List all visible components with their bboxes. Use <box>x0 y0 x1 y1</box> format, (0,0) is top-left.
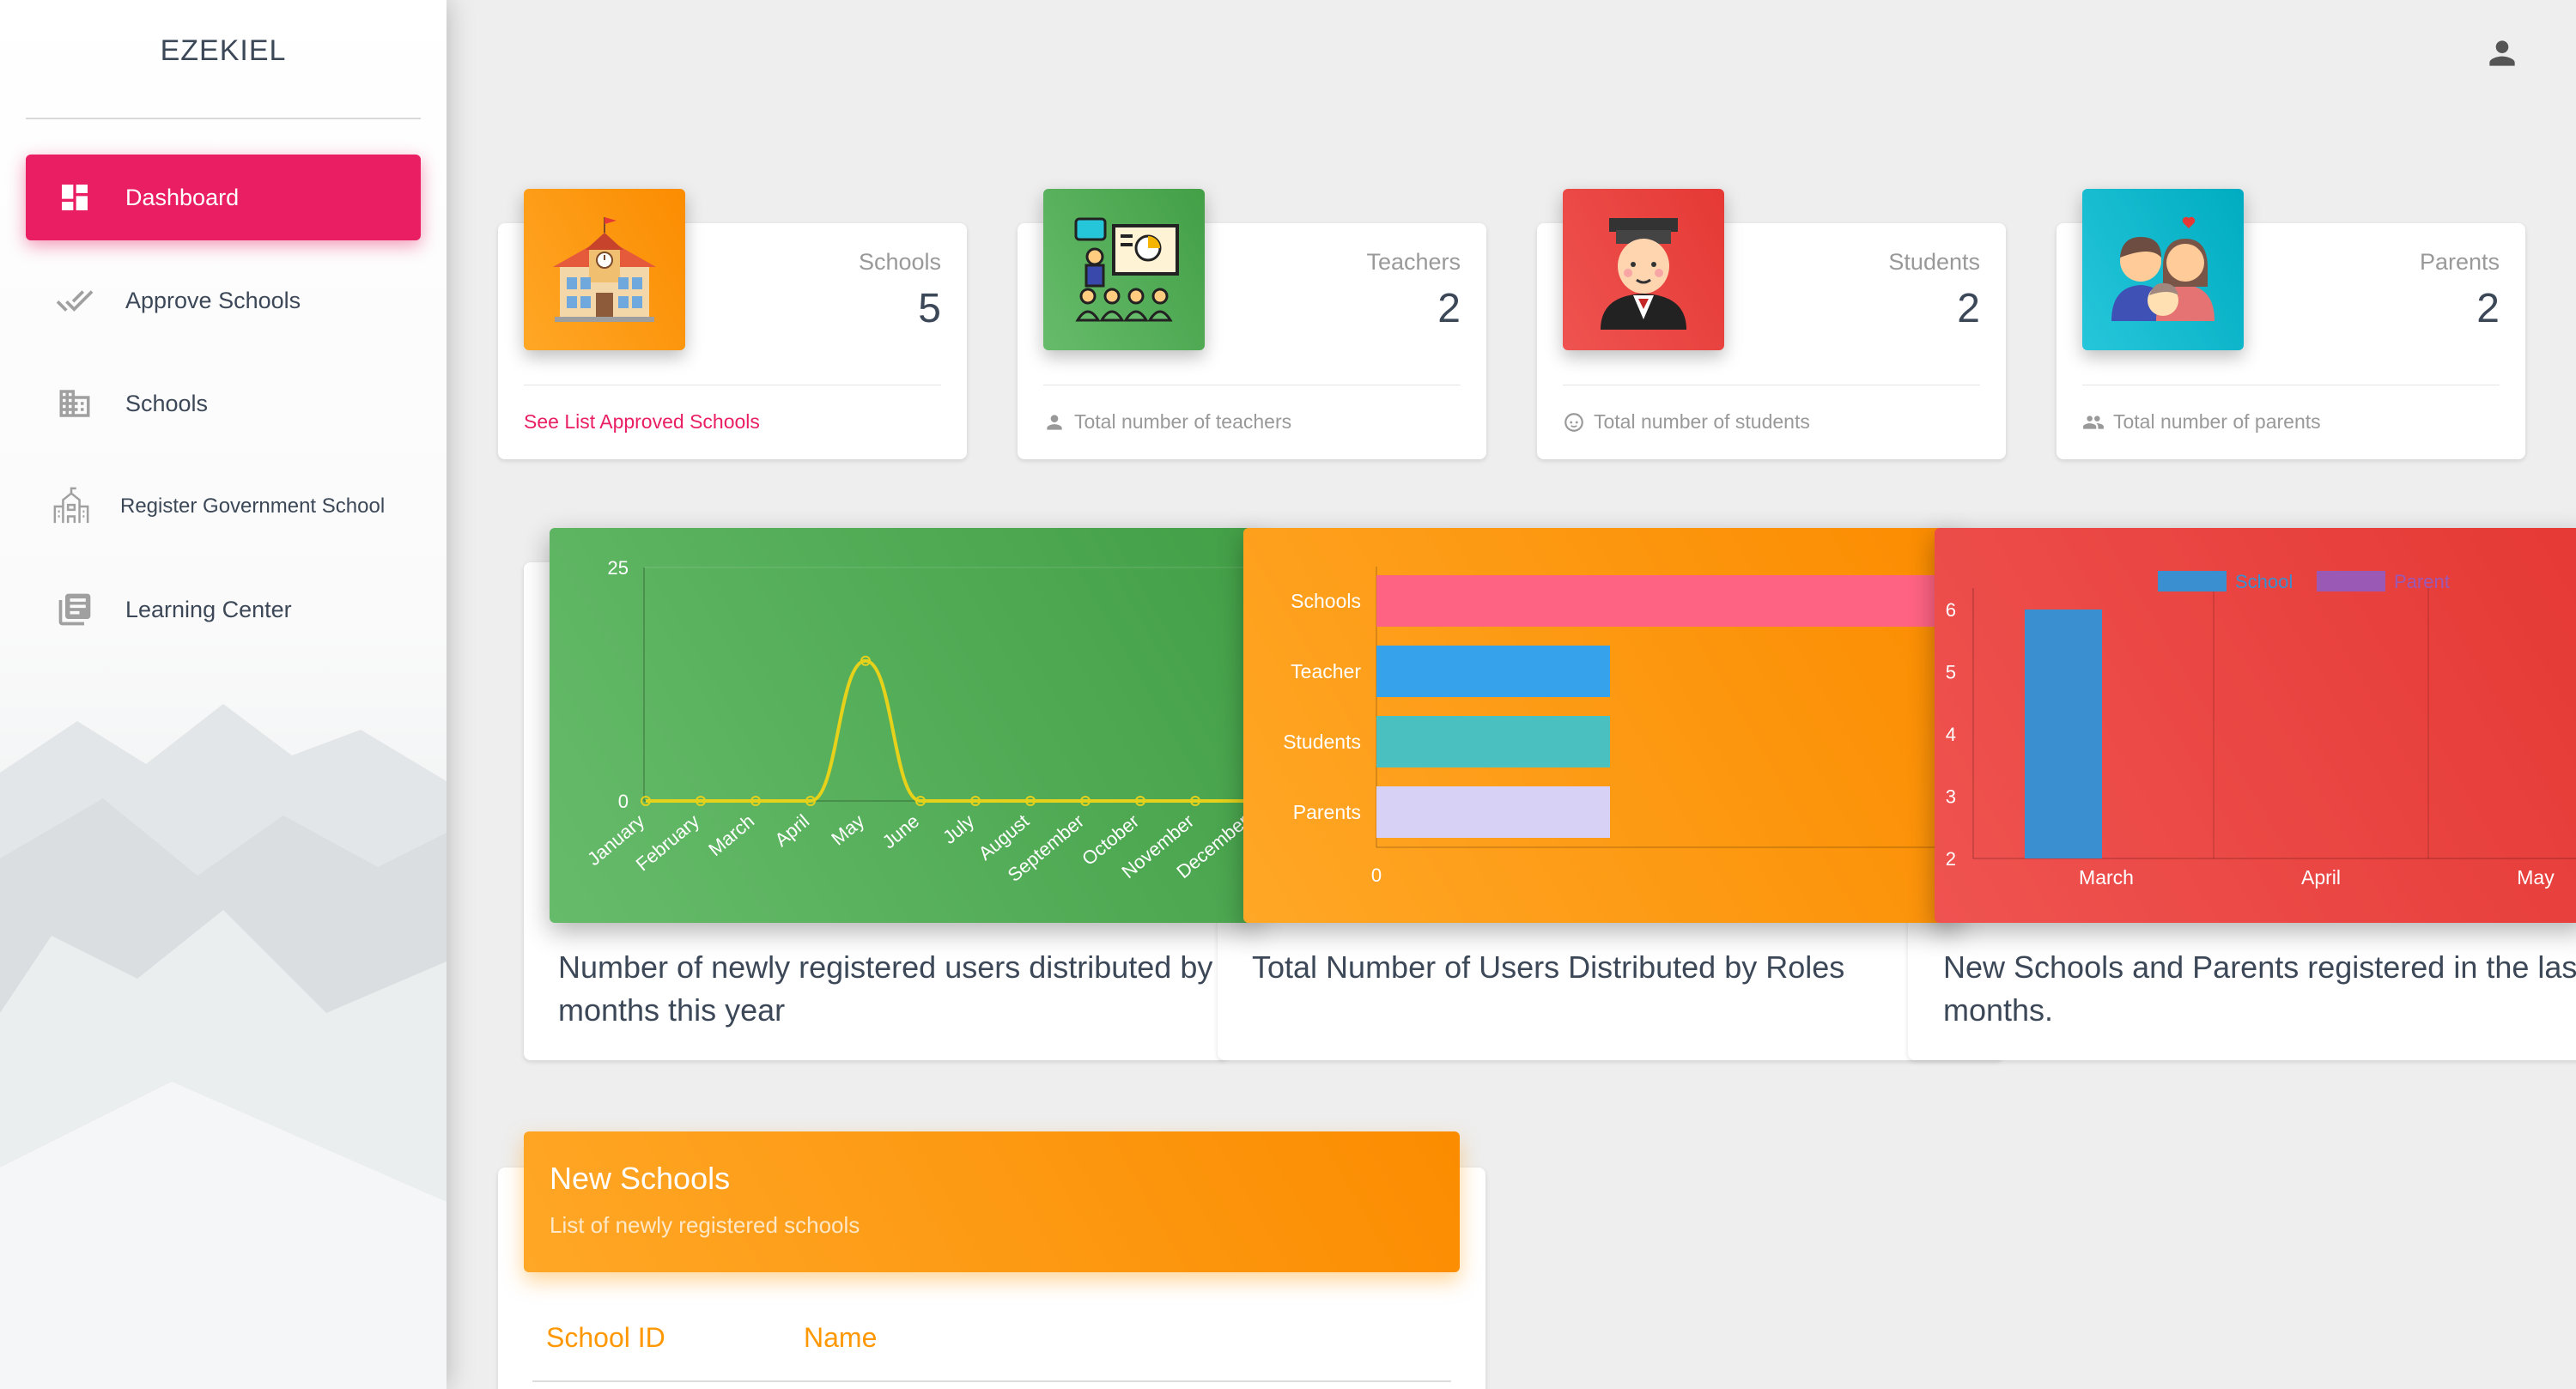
sidebar: EZEKIEL Dashboard Approve Schools School… <box>0 0 447 1389</box>
y-tick-label: Teacher <box>1291 660 1361 682</box>
new-schools-title: New Schools <box>550 1161 731 1196</box>
sidebar-item-register-government-school[interactable]: Register Government School <box>26 464 421 549</box>
sidebar-item-label: Schools <box>125 390 209 416</box>
x-tick-label: March <box>704 810 758 860</box>
sidebar-item-learning-center[interactable]: Learning Center <box>26 567 421 652</box>
vbar-chart-panel: 6 5 4 3 2 March April May School Parent <box>1935 528 2576 923</box>
y-tick-label: 25 <box>608 557 629 579</box>
x-tick-label: 0 <box>1371 864 1382 886</box>
y-tick-label: 5 <box>1946 662 1956 683</box>
column-header-school-id[interactable]: School ID <box>546 1322 665 1354</box>
school-building-icon <box>524 189 685 350</box>
hbar-chart-panel: Schools Teacher Students Parents 0 <box>1243 528 1960 923</box>
chart-caption-users-by-role: Total Number of Users Distributed by Rol… <box>1252 949 1845 985</box>
users-by-role-bar-chart: Schools Teacher Students Parents 0 <box>1283 567 1960 886</box>
bar <box>1376 646 1610 697</box>
x-tick-label: May <box>2517 866 2555 889</box>
table-header-divider <box>532 1380 1451 1382</box>
users-by-month-line-chart: 250JanuaryFebruary March April May June JulyA… <box>583 557 1258 886</box>
y-tick-label: 6 <box>1946 599 1956 621</box>
bar <box>1376 575 1960 627</box>
stat-value: 5 <box>918 286 941 331</box>
stat-label: Parents <box>2419 249 2500 275</box>
person-icon <box>1047 414 1062 430</box>
see-approved-schools-link[interactable]: See List Approved Schools <box>524 410 760 434</box>
sidebar-item-dashboard[interactable]: Dashboard <box>26 155 421 240</box>
student-graduate-icon <box>1563 189 1724 350</box>
parents-footer: Total number of parents <box>2082 410 2321 434</box>
brand-divider <box>26 118 421 119</box>
dashboard-icon <box>55 178 94 217</box>
person-icon[interactable] <box>2483 34 2521 72</box>
column-header-name[interactable]: Name <box>804 1322 877 1354</box>
bar <box>1376 716 1610 767</box>
y-tick-label: Schools <box>1291 590 1361 612</box>
sidebar-item-label: Register Government School <box>120 494 386 518</box>
teacher-classroom-icon <box>1043 189 1205 350</box>
y-tick-label: 3 <box>1946 786 1956 808</box>
brand-title[interactable]: EZEKIEL <box>26 34 421 68</box>
sidebar-background-mountain <box>0 704 447 1389</box>
stat-value: 2 <box>1437 286 1461 331</box>
sidebar-nav: Dashboard Approve Schools Schools Regist… <box>26 155 421 670</box>
stat-value: 2 <box>2476 286 2500 331</box>
sidebar-item-schools[interactable]: Schools <box>26 361 421 446</box>
building-icon <box>55 384 94 423</box>
sidebar-item-label: Approve Schools <box>125 287 301 313</box>
students-footer-text: Total number of students <box>1594 410 1810 433</box>
new-schools-subtitle: List of newly registered schools <box>550 1212 860 1238</box>
y-tick-label: 4 <box>1946 724 1956 745</box>
legend-swatch <box>2317 571 2385 591</box>
x-tick-label: July <box>939 810 978 848</box>
new-schools-header: New Schools List of newly registered sch… <box>524 1131 1460 1272</box>
sidebar-item-approve-schools[interactable]: Approve Schools <box>26 258 421 343</box>
stat-card-parents: Parents 2 Total number of parents <box>2057 189 2525 459</box>
stat-value: 2 <box>1957 286 1980 331</box>
bar <box>1376 786 1610 838</box>
x-tick-label: May <box>827 810 868 850</box>
y-tick-label: Students <box>1283 731 1361 753</box>
stat-label: Students <box>1888 249 1980 275</box>
x-tick-label: April <box>770 810 813 851</box>
sidebar-item-label: Dashboard <box>125 184 240 210</box>
parents-footer-text: Total number of parents <box>2113 410 2321 433</box>
legend-label: Parent <box>2394 571 2450 592</box>
sidebar-item-label: Learning Center <box>125 596 292 622</box>
school-register-icon <box>52 487 91 526</box>
students-footer: Total number of students <box>1563 410 1810 434</box>
schools-parents-bar-chart: 6 5 4 3 2 March April May School Parent <box>1946 571 2576 889</box>
x-tick-label: April <box>2301 866 2341 889</box>
legend-swatch <box>2158 571 2227 591</box>
x-tick-label: June <box>878 810 924 853</box>
series-line <box>646 658 1250 803</box>
child-face-icon <box>1564 412 1583 432</box>
library-books-icon <box>55 590 94 629</box>
y-tick-label: 2 <box>1946 848 1956 870</box>
y-tick-label: 0 <box>618 791 629 812</box>
double-check-icon <box>55 281 94 320</box>
stat-card-students: Students 2 Total number of students <box>1537 189 2006 459</box>
y-tick-label: Parents <box>1293 801 1361 823</box>
stat-label: Teachers <box>1366 249 1461 275</box>
stat-label: Schools <box>858 249 941 275</box>
line-chart-panel: 25 0 January February March April May June July A… <box>550 528 1258 923</box>
stat-card-schools: Schools 5 See List Approved Schools <box>498 189 967 459</box>
chart-caption-users-by-month: Number of newly registered users distrib… <box>558 949 1213 1028</box>
stat-card-teachers: Teachers 2 Total number of teachers <box>1018 189 1486 459</box>
people-icon <box>2083 415 2104 429</box>
family-icon <box>2082 189 2244 350</box>
x-tick-label: March <box>2079 866 2134 889</box>
teachers-footer: Total number of teachers <box>1043 410 1291 434</box>
bar <box>2025 610 2102 858</box>
teachers-footer-text: Total number of teachers <box>1074 410 1292 433</box>
chart-caption-schools-parents: New Schools and Parents registered in th… <box>1943 949 2576 1028</box>
legend-label: School <box>2235 571 2293 592</box>
